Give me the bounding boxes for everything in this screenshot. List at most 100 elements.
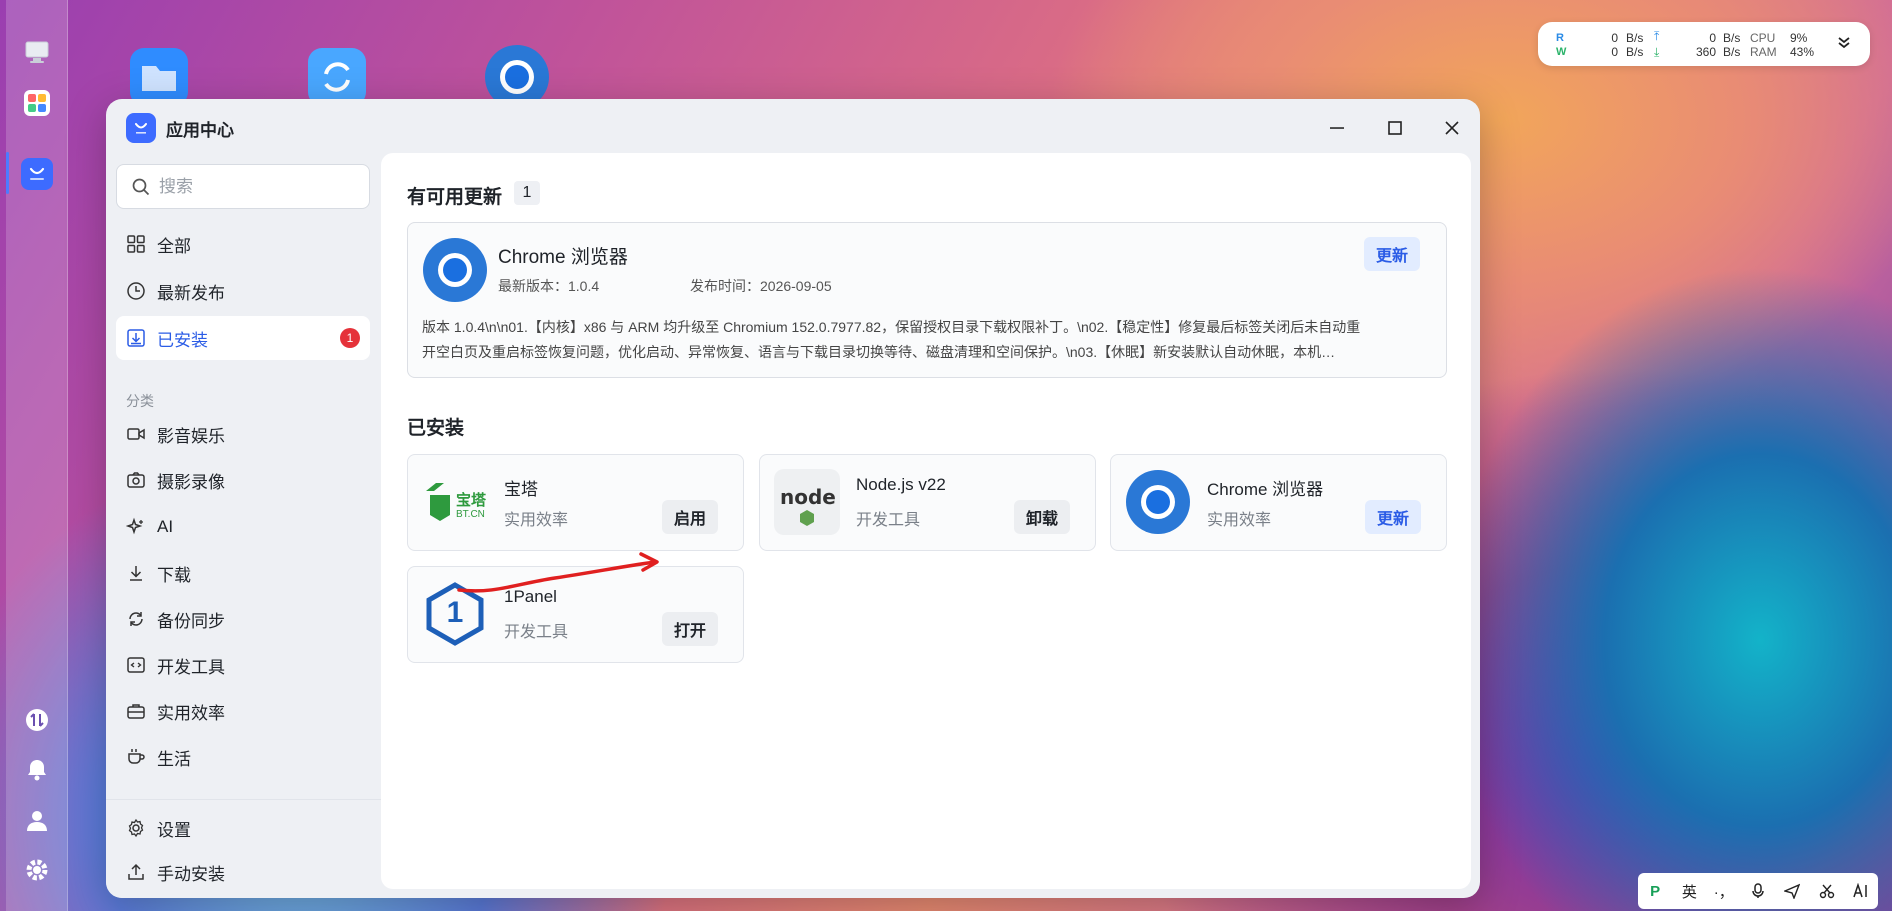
app-category: 开发工具 (856, 512, 921, 529)
nav-all-label: 全部 (157, 236, 191, 256)
ime-toolbar[interactable]: P 英 ·， (1638, 873, 1878, 909)
backup-desktop-icon[interactable] (304, 44, 370, 106)
nav-category-label: 备份同步 (157, 611, 225, 631)
ime-lang-toggle[interactable]: 英 (1678, 881, 1700, 902)
upload-unit: B/s (1723, 31, 1741, 45)
app-name: Chrome 浏览器 (1207, 480, 1324, 499)
camera-icon (127, 472, 145, 488)
grid-icon (127, 235, 145, 253)
nav-category-label: 影音娱乐 (157, 426, 225, 446)
nav-category-label: 摄影录像 (157, 472, 225, 492)
nav-manual-install[interactable]: 手动安装 (116, 850, 370, 894)
gear-icon[interactable] (21, 854, 53, 886)
microphone-icon[interactable] (1747, 883, 1769, 899)
app-category: 实用效率 (504, 512, 569, 529)
read-unit: B/s (1626, 31, 1644, 45)
category-section-label: 分类 (126, 393, 154, 409)
write-unit: B/s (1626, 45, 1644, 59)
file-manager-desktop-icon[interactable] (126, 44, 192, 106)
write-speed: 0 (1611, 45, 1618, 59)
download-speed: 360 (1695, 45, 1716, 59)
nav-category-photo[interactable]: 摄影录像 (116, 458, 370, 502)
search-icon (132, 178, 150, 195)
download-box-icon (127, 329, 145, 347)
system-monitor[interactable]: R W 0 0 B/s B/s ⤒ ⤓ 0 360 B/s B/s CPU RA… (1538, 22, 1870, 66)
search-input[interactable] (159, 176, 349, 197)
nav-category-label: 生活 (157, 749, 191, 769)
chrome-desktop-icon[interactable] (484, 44, 550, 109)
1panel-logo-text: 1 (446, 596, 464, 629)
update-card-chrome: Chrome 浏览器 最新版本：1.0.4 发布时间：2026-09-05 更新… (407, 222, 1447, 378)
collapse-chevron-icon[interactable] (1836, 34, 1852, 53)
nav-all[interactable]: 全部 (116, 222, 370, 266)
coffee-cup-icon (128, 749, 145, 764)
uninstall-button[interactable]: 卸载 (1014, 500, 1071, 534)
update-button[interactable]: 更新 (1364, 237, 1421, 271)
sidebar-bottom: 设置 手动安装 (106, 799, 381, 898)
updates-count: 1 (514, 181, 540, 205)
nav-category-label: 下载 (157, 565, 191, 585)
nav-category-life[interactable]: 生活 (116, 735, 370, 779)
installed-heading: 已安装 (407, 418, 465, 439)
send-icon[interactable] (1781, 883, 1803, 899)
desktop-icon[interactable] (21, 36, 53, 68)
maximize-button[interactable] (1380, 113, 1410, 143)
ime-punct-toggle[interactable]: ·， (1713, 881, 1735, 902)
bell-icon[interactable] (21, 754, 53, 786)
nav-category-label: 开发工具 (157, 657, 225, 677)
briefcase-icon (127, 704, 145, 719)
installed-count-badge: 1 (340, 328, 360, 348)
sparkle-icon (126, 517, 143, 535)
search-box[interactable] (116, 164, 370, 209)
transfer-icon[interactable] (21, 704, 53, 736)
update-date: 发布时间：2026-09-05 (690, 278, 832, 294)
write-label: W (1556, 46, 1567, 58)
nav-category-ai[interactable]: AI (116, 505, 370, 549)
baota-logo-sub: BT.CN (456, 509, 485, 520)
nav-category-media[interactable]: 影音娱乐 (116, 412, 370, 456)
nav-category-backup[interactable]: 备份同步 (116, 597, 370, 641)
app-card-chrome[interactable]: Chrome 浏览器 实用效率 更新 (1110, 454, 1447, 551)
annotation-arrow (457, 552, 659, 593)
upload-speed: 0 (1709, 31, 1716, 45)
close-button[interactable] (1437, 113, 1467, 143)
update-button[interactable]: 更新 (1365, 500, 1422, 534)
ime-logo-icon[interactable]: P (1644, 883, 1666, 900)
nav-installed[interactable]: 已安装 1 (116, 316, 370, 360)
nav-category-download[interactable]: 下载 (116, 551, 370, 595)
app-card-nodejs[interactable]: node Node.js v22 开发工具 卸载 (759, 454, 1096, 551)
code-icon (127, 657, 145, 673)
download-unit: B/s (1723, 45, 1741, 59)
app-center-dock-icon[interactable] (21, 158, 53, 190)
ai-assistant-icon[interactable] (1850, 883, 1872, 899)
nav-settings[interactable]: 设置 (116, 806, 370, 850)
upload-arrow-icon: ⤒ (1654, 29, 1660, 43)
open-button[interactable]: 打开 (662, 612, 719, 646)
window-title: 应用中心 (166, 121, 234, 140)
ram-value: 43% (1790, 45, 1815, 59)
app-name: 宝塔 (504, 480, 538, 499)
upload-icon (128, 863, 144, 880)
video-icon (127, 428, 145, 440)
minimize-button[interactable] (1322, 113, 1352, 143)
nav-latest[interactable]: 最新发布 (116, 269, 370, 313)
app-grid-icon[interactable] (21, 87, 53, 119)
enable-button[interactable]: 启用 (662, 500, 719, 534)
nav-category-label: 实用效率 (157, 703, 225, 723)
updates-heading: 有可用更新 (407, 187, 503, 208)
ram-label: RAM (1750, 45, 1777, 59)
app-center-logo-icon (126, 113, 156, 143)
dock-active-indicator (6, 152, 9, 194)
sync-icon (129, 612, 143, 626)
app-category: 开发工具 (504, 624, 569, 641)
app-card-baota[interactable]: 宝塔 BT.CN 宝塔 实用效率 启用 (407, 454, 744, 551)
nav-category-productivity[interactable]: 实用效率 (116, 689, 370, 733)
nav-installed-label: 已安装 (157, 330, 208, 350)
chrome-icon (423, 238, 487, 302)
baota-logo-icon: 宝塔 BT.CN (422, 469, 488, 535)
nav-manual-install-label: 手动安装 (157, 864, 225, 884)
nav-category-devtools[interactable]: 开发工具 (116, 643, 370, 687)
update-notes-line-2: 开空白页及重启标签恢复问题，优化启动、异常恢复、语言与下载目录切换等待、磁盘清理… (422, 344, 1336, 360)
user-icon[interactable] (21, 804, 53, 836)
scissors-icon[interactable] (1816, 883, 1838, 899)
